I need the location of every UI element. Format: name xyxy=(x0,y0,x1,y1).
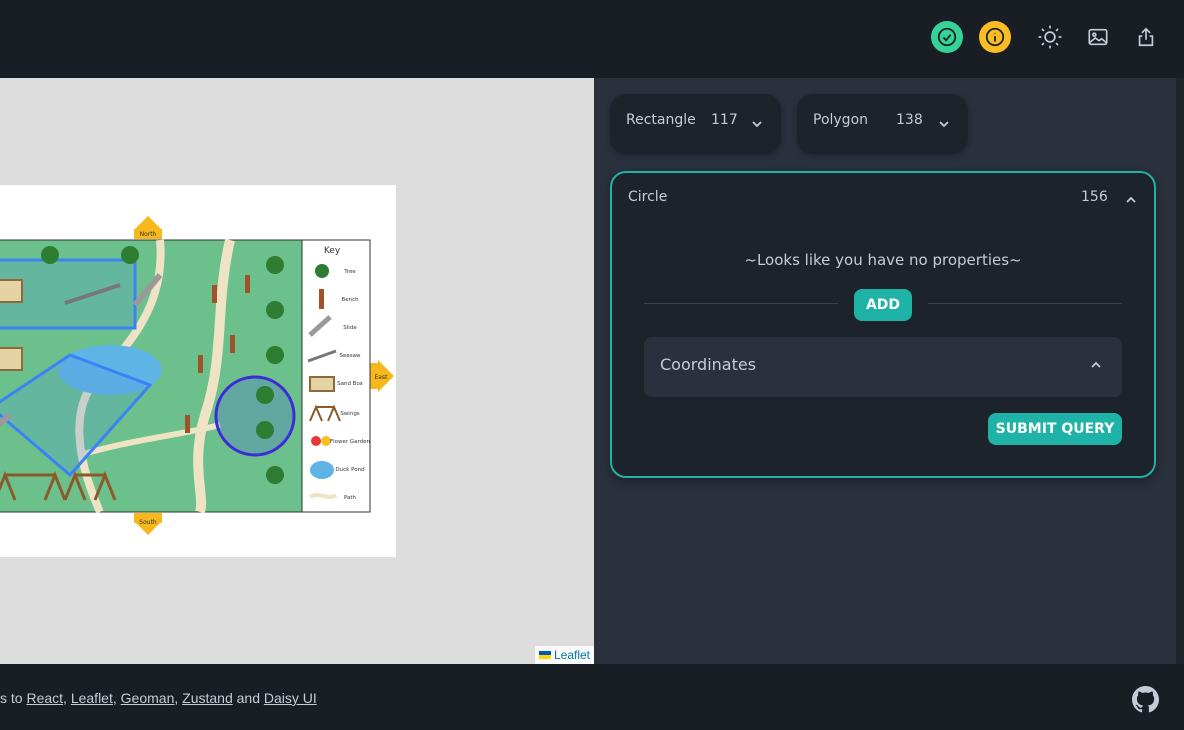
ukraine-flag-icon xyxy=(538,651,551,659)
key-item-sandbox: Sand Box xyxy=(337,381,364,387)
key-item-bench: Bench xyxy=(341,297,359,303)
circle-count: 156 xyxy=(1081,189,1108,205)
key-item-flower-garden: Flower Garden xyxy=(330,439,371,445)
compass-south: South xyxy=(139,519,157,526)
polygon-label: Polygon xyxy=(813,112,869,128)
theme-toggle-button[interactable] xyxy=(1032,19,1068,55)
info-icon xyxy=(979,21,1011,53)
share-icon xyxy=(1138,27,1154,47)
circle-label: Circle xyxy=(628,189,668,205)
coordinates-collapse[interactable]: Coordinates xyxy=(644,337,1122,397)
compass-east: East xyxy=(375,374,389,381)
footer-and: and xyxy=(232,690,264,706)
submit-query-button[interactable]: SUBMIT QUERY xyxy=(988,413,1122,445)
leaflet-attribution-link[interactable]: Leaflet xyxy=(554,648,590,662)
key-title: Key xyxy=(324,246,341,256)
playground-map-image: North East South Key Tree Bench Slide Se… xyxy=(0,185,396,557)
key-item-seesaw: Seesaw xyxy=(340,353,361,359)
key-item-path: Path xyxy=(344,495,357,501)
polygon-collapse[interactable]: Polygon 138 xyxy=(797,94,968,154)
rectangle-label: Rectangle xyxy=(626,112,696,128)
key-item-swings: Swings xyxy=(340,411,359,417)
image-upload-button[interactable] xyxy=(1080,19,1116,55)
check-icon xyxy=(931,21,963,53)
react-link[interactable]: React xyxy=(26,690,63,706)
leaflet-link[interactable]: Leaflet xyxy=(71,690,113,706)
chevron-up-icon[interactable] xyxy=(1125,194,1137,206)
chevron-down-icon xyxy=(939,121,949,128)
divider xyxy=(644,303,838,304)
github-icon[interactable] xyxy=(1132,686,1159,713)
geoman-link[interactable]: Geoman xyxy=(121,690,175,706)
panel-scrollbar[interactable] xyxy=(1176,78,1184,664)
circle-collapse[interactable]: Circle 156 ~Looks like you have no prope… xyxy=(610,171,1156,478)
info-status-button[interactable] xyxy=(977,19,1013,55)
footer: s to React, Leaflet, Geoman, Zustand and… xyxy=(0,664,1184,730)
share-button[interactable] xyxy=(1128,19,1164,55)
zustand-link[interactable]: Zustand xyxy=(182,690,233,706)
top-navbar xyxy=(0,0,1184,78)
empty-properties-message: ~Looks like you have no properties~ xyxy=(744,251,1022,269)
image-icon xyxy=(1088,28,1108,46)
rectangle-count: 117 xyxy=(711,112,738,128)
footer-prefix: s to xyxy=(0,690,27,706)
daisyui-link[interactable]: Daisy UI xyxy=(264,690,317,706)
success-status-button[interactable] xyxy=(929,19,965,55)
compass-north: North xyxy=(140,231,157,238)
divider xyxy=(928,303,1122,304)
coordinates-label: Coordinates xyxy=(660,355,757,374)
sun-icon xyxy=(1038,25,1062,49)
footer-credits: s to React, Leaflet, Geoman, Zustand and… xyxy=(0,690,317,706)
footer-separator: , xyxy=(112,690,121,706)
rectangle-collapse[interactable]: Rectangle 117 xyxy=(610,94,781,154)
add-property-button[interactable]: ADD xyxy=(854,289,912,321)
chevron-up-icon xyxy=(1091,361,1101,368)
key-item-tree: Tree xyxy=(343,269,356,275)
chevron-down-icon xyxy=(752,121,762,128)
map-view[interactable]: North East South Key Tree Bench Slide Se… xyxy=(0,78,594,664)
footer-separator: , xyxy=(63,690,71,706)
key-item-slide: Slide xyxy=(343,325,357,331)
footer-separator: , xyxy=(174,690,183,706)
shapes-panel: Rectangle 117 Polygon 138 Circle 156 ~Lo… xyxy=(594,78,1184,664)
key-item-duck-pond: Duck Pond xyxy=(335,467,364,473)
leaflet-attribution[interactable]: Leaflet xyxy=(534,646,594,664)
polygon-count: 138 xyxy=(896,112,923,128)
